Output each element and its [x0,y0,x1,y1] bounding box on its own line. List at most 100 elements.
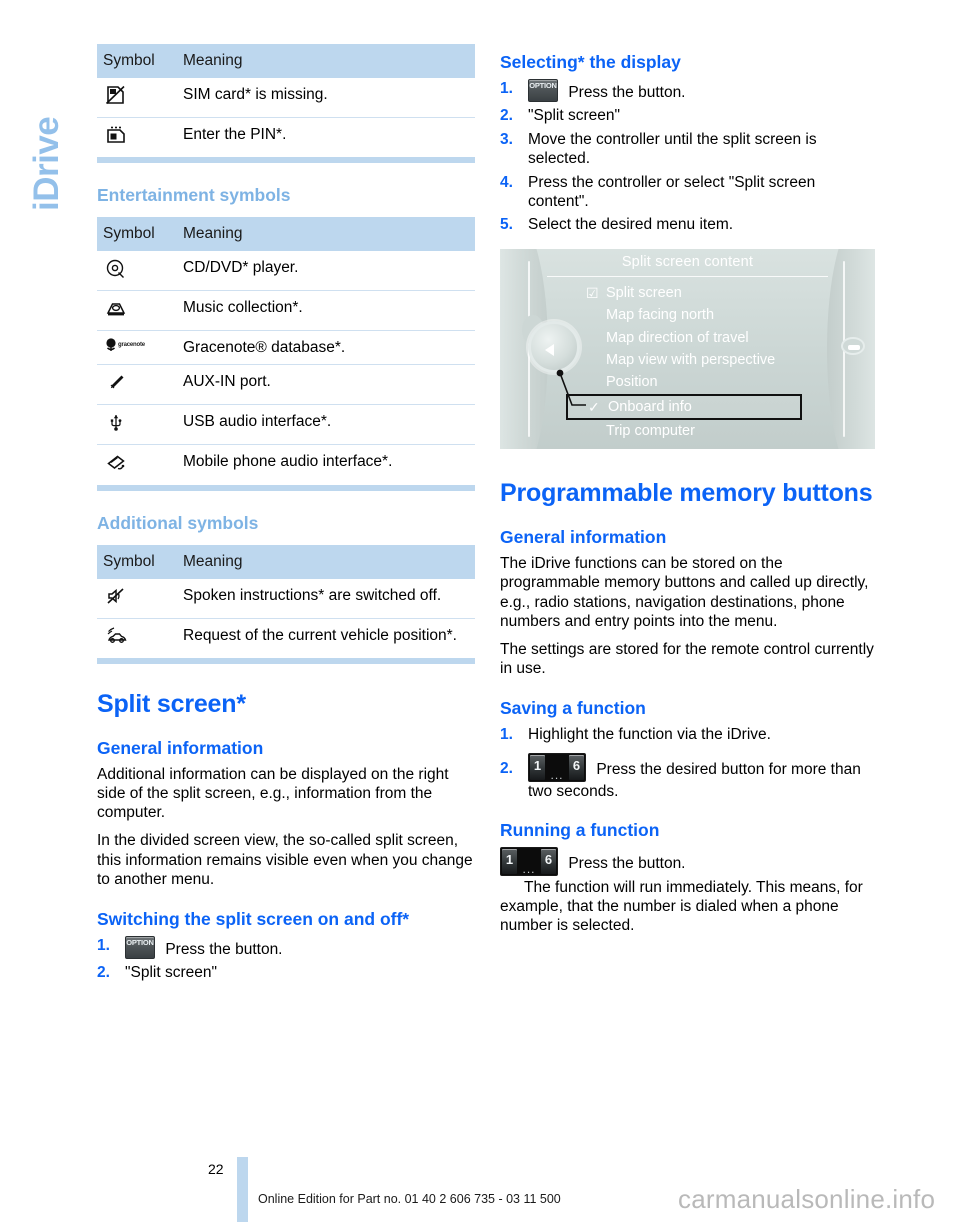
chapter-tab: iDrive [20,28,74,218]
entertainment-symbols-heading: Entertainment symbols [97,185,291,206]
gracenote-icon: gracenote [97,330,177,365]
list-item: 1. OPTION Press the button. [97,935,475,959]
column-header-symbol: Symbol [97,217,177,252]
running-button-text: Press the button. [568,854,686,872]
step-number: 5. [500,216,513,234]
selecting-steps-list: 1. OPTION Press the button. 2. "Split sc… [500,79,878,235]
phone-symbols-table: Symbol Meaning SIM card* is missing. Ent… [97,44,475,158]
step-text: Highlight the function via the iDrive. [528,726,771,744]
table-cell-meaning: Mobile phone audio interface*. [177,444,475,485]
list-item: 1. OPTION Press the button. [500,79,878,102]
memory-paragraph-1: The iDrive functions can be stored on th… [500,555,869,630]
list-item: 2. "Split screen" [500,106,878,126]
memory-buttons-icon[interactable]: 1 6 ... [528,753,586,783]
running-paragraph: The function will run immediately. This … [500,878,863,935]
memory-general-information-heading: General information [500,527,667,548]
table-row: USB audio interface*. [97,404,475,445]
saving-a-function-heading: Saving a function [500,698,646,719]
split-screen-title: Split screen* [97,689,246,718]
column-header-meaning: Meaning [177,544,475,579]
memory-buttons-icon[interactable]: 1 6 ... [500,846,558,876]
selecting-display-heading: Selecting* the display [500,52,681,72]
step-number: 2. [500,107,513,125]
step-number: 3. [500,131,513,149]
page-number: 22 [208,1161,224,1177]
option-button-icon[interactable]: OPTION [528,79,558,102]
switching-steps-list: 1. OPTION Press the button. 2. "Split sc… [97,935,475,983]
table-header-row: Symbol Meaning [97,217,475,252]
step-text: Press the controller or select "Split sc… [528,173,816,210]
chapter-tab-label: iDrive [27,116,66,211]
table-header-row: Symbol Meaning [97,544,475,579]
column-header-meaning: Meaning [177,44,475,78]
step-text: "Split screen" [528,107,620,125]
table-cell-meaning: Enter the PIN*. [177,117,475,158]
running-button-line: 1 6 ... Press the button. [500,846,878,876]
step-text: Press the button. [165,940,283,958]
table-end-rule [97,157,475,164]
right-column: Selecting* the display 1. OPTION Press t… [500,44,878,944]
switching-split-screen-heading: Switching the split screen on and off* [97,908,410,929]
table-header-row: Symbol Meaning [97,44,475,78]
memory-buttons-ellipsis: ... [522,861,536,876]
table-cell-meaning: Gracenote® database*. [177,330,475,365]
watermark: carmanualsonline.info [678,1184,936,1214]
figure-leader-line [556,369,586,406]
table-row: AUX-IN port. [97,364,475,405]
mobile-phone-audio-icon [97,444,177,485]
footer-accent-bar [237,1157,248,1222]
step-number: 2. [500,760,513,778]
step-text: Select the desired menu item. [528,216,734,234]
table-row: SIM card* is missing. [97,78,475,118]
step-text: "Split screen" [125,964,217,982]
left-column: Symbol Meaning SIM card* is missing. Ent… [97,44,475,987]
column-header-symbol: Symbol [97,544,177,579]
usb-icon [97,404,177,445]
table-row: CD/DVD* player. [97,251,475,291]
table-row: Music collection*. [97,290,475,331]
list-item: 5. Select the desired menu item. [500,215,878,235]
manual-page: iDrive Symbol Meaning SIM card* is missi… [0,0,960,1222]
table-row: Request of the current vehicle position*… [97,617,475,658]
option-button-label: OPTION [529,81,557,90]
running-a-function-heading: Running a function [500,819,660,840]
step-number: 2. [97,964,110,982]
general-paragraph-1: Additional information can be displayed … [97,765,449,822]
step-text: Move the controller until the split scre… [528,131,817,168]
column-header-meaning: Meaning [177,217,475,252]
step-number: 4. [500,173,513,191]
footer-edition-text: Online Edition for Part no. 01 40 2 606 … [258,1192,561,1206]
table-row: Spoken instructions* are switched off. [97,579,475,619]
list-item: 1. Highlight the function via the iDrive… [500,725,878,745]
table-row: gracenote Gracenote® database*. [97,330,475,365]
step-number: 1. [500,726,513,744]
enter-pin-icon [97,117,177,158]
entertainment-symbols-table: Symbol Meaning CD/DVD* player. Music col… [97,217,475,485]
table-cell-meaning: AUX-IN port. [177,364,475,405]
general-paragraph-2: In the divided screen view, the so-calle… [97,832,473,888]
music-collection-icon [97,290,177,331]
table-row: Enter the PIN*. [97,117,475,158]
table-cell-meaning: SIM card* is missing. [183,86,328,103]
list-item: 3. Move the controller until the split s… [500,130,878,168]
option-button-label: OPTION [126,937,154,947]
programmable-memory-buttons-title: Programmable memory buttons [500,479,873,508]
step-text: Press the button. [568,84,686,101]
additional-symbols-table: Symbol Meaning Spoken instructions* are … [97,544,475,658]
gracenote-wordmark: gracenote [118,341,145,348]
list-item: 2. 1 6 ... Press the desired button for … [500,753,878,801]
vehicle-position-icon [97,617,177,658]
column-header-symbol: Symbol [97,44,177,78]
table-cell-meaning: Spoken instructions* are switched off. [183,586,442,604]
memory-buttons-ellipsis: ... [550,768,564,783]
table-cell-meaning: CD/DVD* player. [183,259,299,277]
saving-steps-list: 1. Highlight the function via the iDrive… [500,725,878,801]
table-end-rule [97,657,475,664]
cd-dvd-icon [97,251,177,291]
table-cell-meaning: Request of the current vehicle position*… [177,617,475,658]
option-button-icon[interactable]: OPTION [125,935,155,959]
aux-in-icon [97,364,177,405]
table-cell-meaning: Music collection*. [177,290,475,331]
step-number: 1. [97,936,110,954]
list-item: 4. Press the controller or select "Split… [500,173,878,211]
